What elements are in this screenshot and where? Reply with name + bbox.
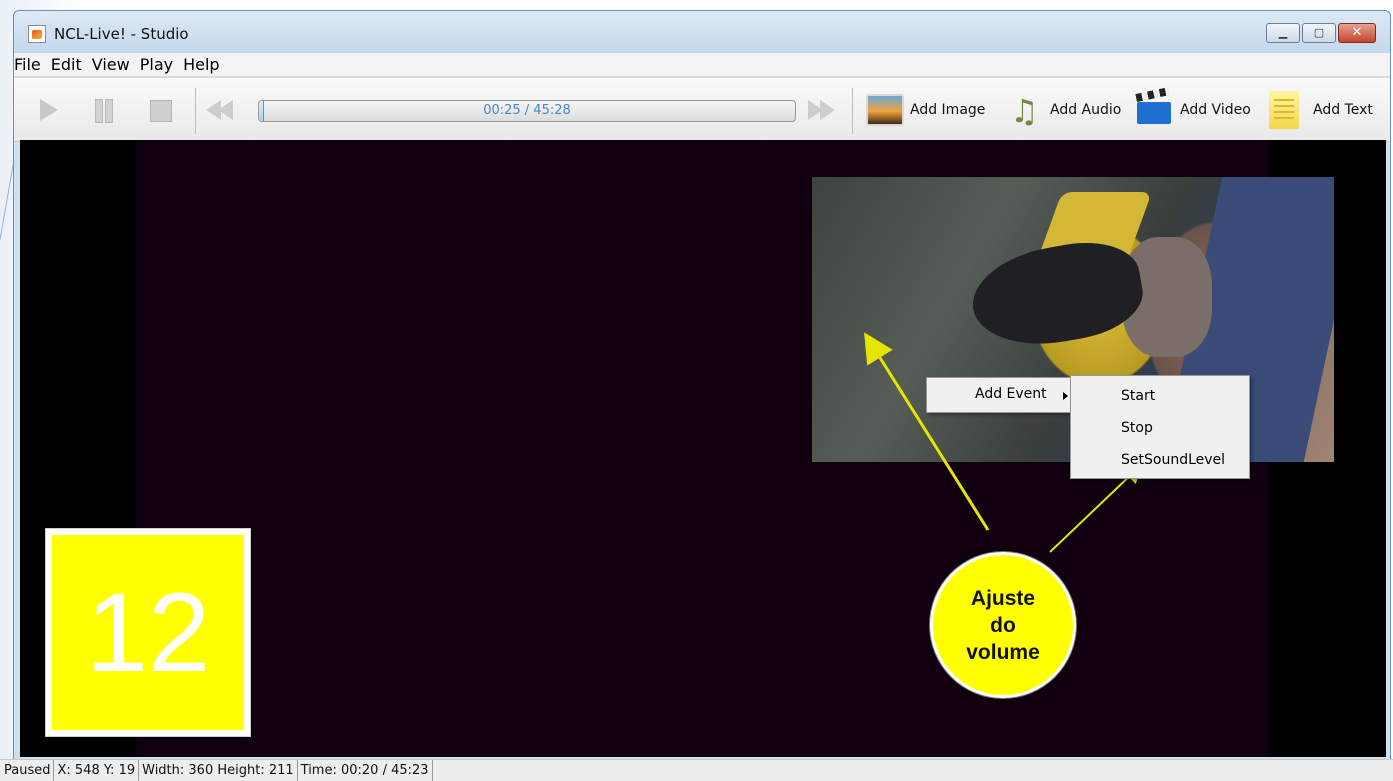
add-audio-button[interactable]: Add Audio — [1004, 88, 1121, 132]
status-size: Width: 360 Height: 211 — [142, 760, 298, 781]
title-bar: NCL-Live! - Studio ▁ ▢ ✕ — [14, 11, 1390, 53]
status-position: X: 548 Y: 19 — [57, 760, 140, 781]
callout-line: volume — [966, 640, 1040, 664]
play-icon[interactable] — [36, 96, 64, 124]
add-video-label: Add Video — [1180, 102, 1251, 118]
slide-number: 12 — [85, 569, 211, 695]
menu-play[interactable]: Play — [140, 53, 173, 76]
status-bar: Paused X: 548 Y: 19 Width: 360 Height: 211… — [0, 759, 1393, 781]
toolbar-separator — [852, 88, 853, 134]
menu-item-start[interactable]: Start — [1121, 388, 1155, 404]
callout-line: Ajuste — [970, 586, 1036, 610]
fast-forward-icon[interactable] — [804, 96, 844, 124]
stop-icon[interactable] — [146, 96, 174, 124]
menu-help[interactable]: Help — [183, 53, 219, 76]
menu-item-stop[interactable]: Stop — [1121, 420, 1153, 436]
menu-item-add-event[interactable]: Add Event — [975, 386, 1047, 402]
add-text-label: Add Text — [1313, 102, 1373, 118]
playback-time: 00:25 / 45:28 — [483, 103, 571, 118]
callout-bubble: Ajuste do volume — [930, 552, 1076, 698]
pause-icon[interactable] — [90, 96, 118, 124]
menu-view[interactable]: View — [92, 53, 130, 76]
menu-file[interactable]: File — [14, 53, 41, 76]
status-state: Paused — [4, 760, 55, 781]
menu-edit[interactable]: Edit — [51, 53, 82, 76]
image-icon — [866, 94, 904, 126]
add-audio-label: Add Audio — [1050, 102, 1122, 118]
video-frame-shape — [965, 232, 1149, 357]
rewind-icon[interactable] — [204, 96, 244, 124]
submenu-arrow-icon — [1063, 392, 1068, 400]
slide-number-badge: 12 — [46, 529, 250, 736]
maximize-icon: ▢ — [1313, 26, 1325, 39]
minimize-icon: ▁ — [1278, 26, 1288, 39]
close-button[interactable]: ✕ — [1338, 23, 1376, 43]
text-icon — [1269, 91, 1299, 129]
context-menu: Add Event — [926, 377, 1084, 413]
window-title: NCL-Live! - Studio — [54, 25, 189, 43]
maximize-button[interactable]: ▢ — [1302, 23, 1336, 43]
audio-icon — [1004, 90, 1044, 130]
slide-decoration-line — [0, 160, 14, 240]
window-controls: ▁ ▢ ✕ — [1266, 23, 1376, 43]
add-video-button[interactable]: Add Video — [1134, 88, 1251, 132]
close-icon: ✕ — [1351, 25, 1363, 40]
menu-bar: File Edit View Play Help — [14, 53, 1390, 77]
app-icon — [28, 25, 46, 43]
video-icon — [1134, 90, 1174, 130]
event-submenu: Start Stop SetSoundLevel — [1070, 375, 1250, 479]
menu-item-setsoundlevel[interactable]: SetSoundLevel — [1121, 452, 1225, 468]
toolbar: 00:25 / 45:28 Add Image Add Audio Add Vi… — [14, 78, 1390, 142]
playback-progress-bar[interactable]: 00:25 / 45:28 — [258, 100, 796, 122]
minimize-button[interactable]: ▁ — [1266, 23, 1300, 43]
add-image-button[interactable]: Add Image — [866, 88, 985, 132]
add-text-button[interactable]: Add Text — [1264, 88, 1373, 132]
toolbar-separator — [195, 88, 196, 134]
add-image-label: Add Image — [910, 102, 986, 118]
status-time: Time: 00:20 / 45:23 — [301, 760, 433, 781]
callout-line: do — [990, 613, 1016, 637]
